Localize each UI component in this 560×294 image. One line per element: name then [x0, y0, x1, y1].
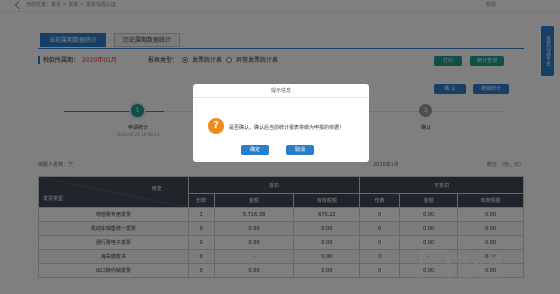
dialog-cancel-button[interactable]: 取消 — [286, 145, 314, 155]
dialog-ok-button[interactable]: 确定 — [241, 145, 269, 155]
question-icon: ? — [208, 118, 224, 134]
dialog-title: 提示信息 — [193, 84, 369, 98]
dialog-message: 是否确认，确认后当前统计报表将做为申报的依据！ — [229, 125, 345, 131]
confirm-dialog: 提示信息 ? 是否确认，确认后当前统计报表将做为申报的依据！ 确定 取消 — [193, 84, 369, 162]
